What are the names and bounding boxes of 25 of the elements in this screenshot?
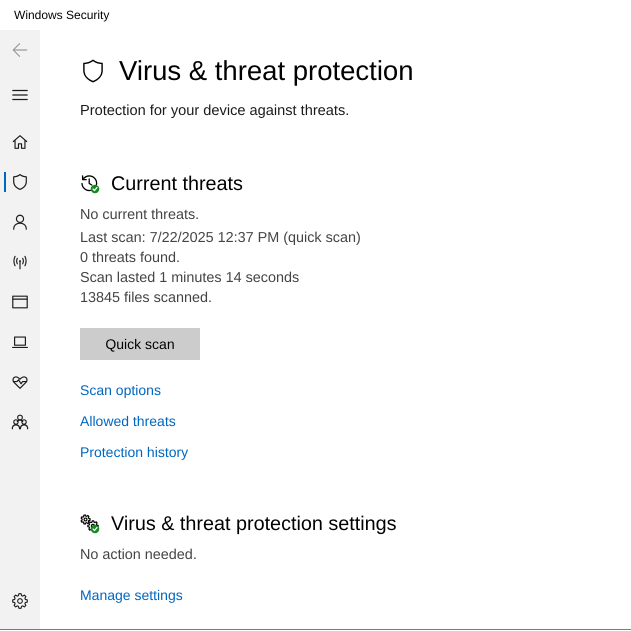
- scan-detail: 13845 files scanned.: [80, 289, 214, 308]
- status-text: No action needed.: [80, 546, 198, 565]
- scan-button[interactable]: Quick scan: [80, 328, 200, 360]
- family-icon: [11, 413, 29, 431]
- section-link[interactable]: Manage settings: [80, 585, 183, 605]
- shield-icon: [11, 173, 29, 191]
- antenna-icon: [11, 253, 29, 271]
- section-link[interactable]: Scan options: [80, 380, 161, 400]
- scan-detail: Last scan: 7/22/2025 12:37 PM (quick scan): [80, 229, 362, 248]
- scan-detail: 0 threats found.: [80, 249, 182, 268]
- shield-icon: [80, 58, 106, 84]
- section-link[interactable]: Allowed threats: [80, 411, 176, 431]
- section-title: Current threats: [111, 172, 243, 197]
- back-arrow-icon: [11, 41, 29, 59]
- page-title: Virus & threat protection: [119, 54, 414, 88]
- home-icon: [11, 133, 29, 151]
- section-link[interactable]: Protection history: [80, 442, 188, 462]
- settings-icon: [11, 592, 29, 610]
- window-title: Windows Security: [14, 8, 110, 22]
- status-text: No current threats.: [80, 206, 200, 225]
- browser-window-icon: [11, 293, 29, 311]
- page-subtitle: Protection for your device against threats.: [80, 102, 350, 121]
- scan-detail: Scan lasted 1 minutes 14 seconds: [80, 269, 300, 288]
- section-title: Virus & threat protection settings: [111, 512, 397, 537]
- person-icon: [11, 213, 29, 231]
